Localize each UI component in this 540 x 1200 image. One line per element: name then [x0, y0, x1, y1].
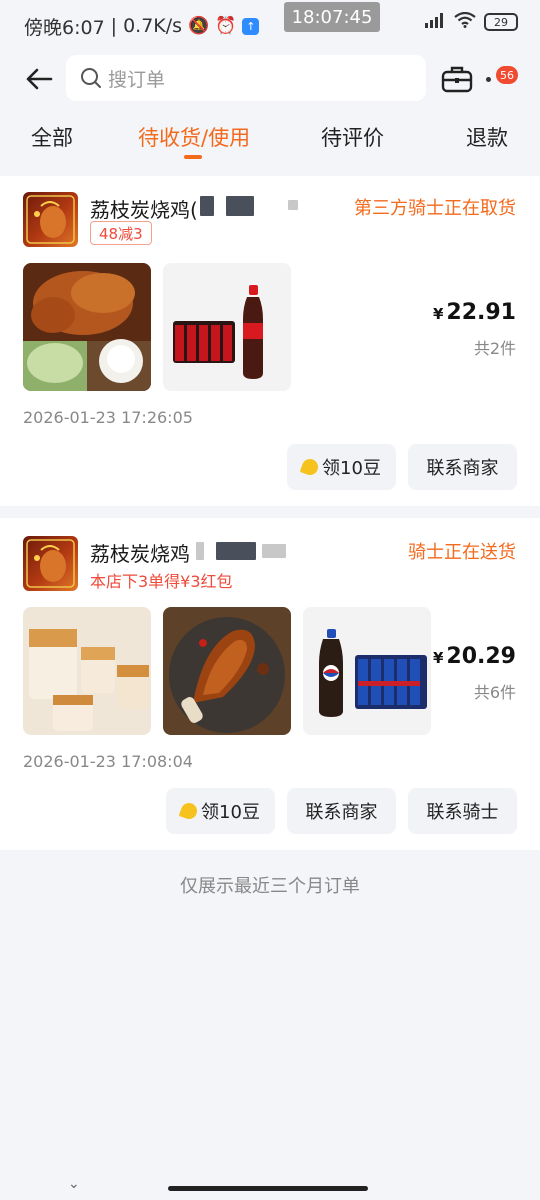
- footer-note: 仅展示最近三个月订单: [180, 876, 360, 897]
- alarm-icon: ⏰: [215, 16, 237, 36]
- mute-bell-icon: 🔕: [188, 16, 210, 36]
- order-time: 2026-01-23 17:26:05: [23, 408, 193, 427]
- order-status: 骑士正在送货: [408, 542, 516, 563]
- back-button[interactable]: [22, 62, 56, 96]
- contact-merchant-button[interactable]: 联系商家: [408, 444, 517, 490]
- battery-icon: 29: [484, 13, 518, 31]
- promo-text: 本店下3单得¥3红包: [90, 572, 233, 591]
- order-card[interactable]: 荔枝炭烧鸡( 第三方骑士正在取货 48减3 ¥22.91 共2件 2026-01…: [0, 176, 540, 506]
- status-bar: 傍晚6:07 | 0.7K/s 🔕 ⏰ ↑ 18:07:45 29: [0, 0, 540, 52]
- product-image[interactable]: [23, 263, 151, 391]
- product-image[interactable]: [163, 607, 291, 735]
- shop-name[interactable]: 荔枝炭烧鸡: [90, 538, 190, 567]
- tab-to-receive[interactable]: 待收货/使用: [138, 122, 250, 152]
- status-time: 傍晚6:07: [24, 16, 105, 39]
- chevron-down-icon[interactable]: ⌄: [68, 1176, 80, 1192]
- order-tabs: 全部 待收货/使用 待评价 退款: [0, 112, 540, 168]
- search-input[interactable]: 搜订单: [66, 55, 426, 101]
- shop-logo: [23, 536, 78, 591]
- product-image[interactable]: [303, 607, 431, 735]
- redacted-text: [262, 544, 286, 558]
- order-time: 2026-01-23 17:08:04: [23, 752, 193, 771]
- item-count: 共6件: [473, 683, 516, 702]
- center-clock: 18:07:45: [284, 2, 380, 32]
- arrow-left-icon: [26, 68, 53, 90]
- promo-tag: 48减3: [90, 221, 152, 245]
- item-count: 共2件: [473, 339, 516, 358]
- bean-icon: [178, 800, 200, 822]
- redacted-text: [196, 542, 204, 560]
- contact-rider-button[interactable]: 联系骑士: [408, 788, 517, 834]
- shop-logo: [23, 192, 78, 247]
- tab-to-review[interactable]: 待评价: [321, 122, 384, 152]
- toolbox-button[interactable]: [440, 62, 474, 96]
- product-image[interactable]: [163, 263, 291, 391]
- network-speed: 0.7K/s: [123, 15, 183, 37]
- product-image[interactable]: [23, 607, 151, 735]
- notification-badge: 56: [496, 66, 518, 84]
- bean-icon: [299, 456, 321, 478]
- redacted-text: [216, 542, 256, 560]
- search-icon: [81, 68, 101, 88]
- tab-all[interactable]: 全部: [31, 122, 73, 152]
- active-tab-indicator: [184, 155, 202, 159]
- order-price: ¥22.91: [432, 300, 516, 325]
- shop-name[interactable]: 荔枝炭烧鸡(: [90, 194, 198, 223]
- header: 搜订单 56: [0, 52, 540, 106]
- claim-beans-button[interactable]: 领10豆: [166, 788, 275, 834]
- order-status: 第三方骑士正在取货: [354, 198, 516, 219]
- tab-refund[interactable]: 退款: [466, 122, 508, 152]
- wifi-icon: [454, 11, 476, 32]
- redacted-text: [200, 196, 214, 216]
- redacted-text: [288, 200, 298, 210]
- signal-icon: [424, 12, 446, 32]
- claim-beans-button[interactable]: 领10豆: [287, 444, 396, 490]
- search-placeholder: 搜订单: [108, 68, 166, 91]
- toolbox-icon: [441, 66, 473, 93]
- order-price: ¥20.29: [432, 644, 516, 669]
- contact-merchant-button[interactable]: 联系商家: [287, 788, 396, 834]
- order-card[interactable]: 荔枝炭烧鸡 骑士正在送货 本店下3单得¥3红包 ¥ 20.29 共6件 2026…: [0, 518, 540, 850]
- app-update-icon: ↑: [242, 17, 260, 35]
- more-dot-icon[interactable]: [486, 77, 491, 82]
- redacted-text: [226, 196, 254, 216]
- home-indicator[interactable]: [168, 1186, 368, 1191]
